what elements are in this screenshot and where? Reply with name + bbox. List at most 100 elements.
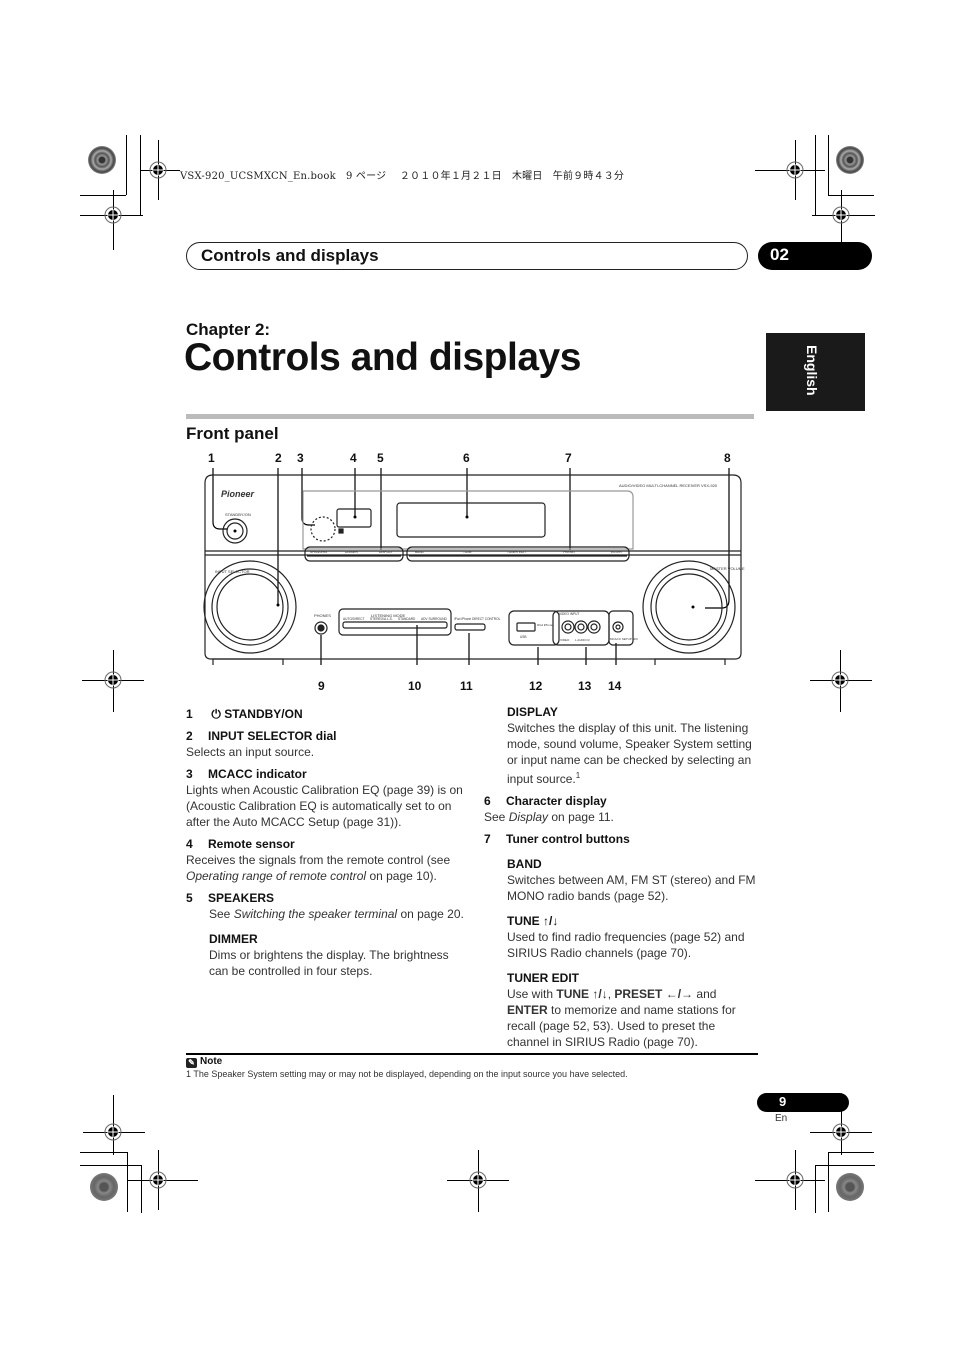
ipod-direct-label: iPod iPhone DIRECT CONTROL	[454, 617, 501, 621]
running-header-title: Controls and displays	[201, 246, 379, 265]
item-body: Receives the signals from the remote con…	[186, 852, 466, 884]
registration-mark-icon	[103, 1122, 123, 1142]
section-rule	[186, 414, 754, 419]
audio-jack-label: L AUDIO R	[575, 638, 591, 642]
button-reference: ENTER	[507, 1003, 548, 1017]
body-text: Receives the signals from the remote con…	[186, 853, 451, 867]
note-title: Note	[200, 1056, 223, 1067]
slug-date: ２０１０年１月２１日	[399, 171, 502, 182]
subitem-title: TUNE ↑/↓	[507, 914, 559, 928]
slug-weekday: 木曜日	[511, 171, 543, 182]
item-title: Character display	[506, 794, 607, 808]
item-title: INPUT SELECTOR dial	[208, 729, 337, 743]
tune-button-label: TUNE	[463, 550, 472, 554]
callout-13: 13	[578, 679, 592, 693]
subitem-body: Switches between AM, FM ST (stereo) and …	[507, 873, 756, 903]
footnote-ref[interactable]: 1	[576, 771, 580, 780]
color-target-icon	[836, 1173, 864, 1201]
standby-label: STANDBY/ON	[225, 512, 251, 517]
left-column: 1 ⏻ STANDBY/ON 2 INPUT SELECTOR dial Sele…	[186, 700, 466, 979]
front-panel-diagram: Pioneer STANDBY/ON INPUT SELECTOR MASTER…	[203, 468, 745, 665]
item-title: SPEAKERS	[208, 891, 275, 905]
model-line: AUDIO/VIDEO MULTI-CHANNEL RECEIVER VSX-9…	[619, 483, 718, 488]
power-icon: ⏻	[211, 707, 221, 721]
tuner-edit-button-label: TUNER EDIT	[507, 550, 526, 554]
lm-button-stereo: STEREO/A.L.S.	[370, 617, 393, 621]
body-text: Switches the display of this unit. The l…	[507, 721, 752, 786]
subitem-body: Switches the display of this unit. The l…	[484, 720, 760, 787]
leader-lines	[212, 468, 730, 665]
subitem-title: TUNER EDIT	[507, 971, 579, 985]
master-volume-label: MASTER VOLUME	[710, 566, 745, 571]
body-text: on page 20.	[397, 907, 464, 921]
callout-9: 9	[318, 679, 325, 693]
dimmer-button-label: DIMMER	[345, 550, 359, 554]
color-target-icon	[836, 146, 864, 174]
callout-10: 10	[408, 679, 422, 693]
page-number-badge: 9	[757, 1093, 849, 1112]
callout-1: 1	[208, 451, 215, 465]
language-tab: English	[766, 333, 865, 411]
slug-time: 午前９時４３分	[552, 171, 625, 182]
note-pencil-icon: ✎	[186, 1058, 197, 1068]
subitem-body: Use with TUNE ↑/↓, PRESET ←/→ and ENTER …	[484, 986, 760, 1050]
item-title: Tuner control buttons	[506, 832, 630, 846]
item-title: MCACC indicator	[208, 767, 307, 781]
item-number: 6	[484, 794, 491, 808]
speakers-button-label: SPEAKERS	[310, 550, 327, 554]
page-number: 9	[779, 1094, 787, 1109]
cross-reference: Switching the speaker terminal	[233, 907, 398, 921]
item-title: Remote sensor	[208, 837, 295, 851]
callout-7: 7	[565, 451, 572, 465]
item-standby: 1 ⏻ STANDBY/ON	[186, 706, 466, 722]
item-mcacc: 3 MCACC indicator	[186, 766, 466, 782]
book-file-name: VSX-920_UCSMXCN_En.book	[180, 171, 336, 182]
video-jack-label: VIDEO	[560, 638, 570, 642]
callout-2: 2	[275, 451, 282, 465]
subitem-title: BAND	[507, 857, 542, 871]
section-title: Front panel	[186, 424, 279, 443]
item-speakers: 5 SPEAKERS	[186, 890, 466, 906]
button-reference: PRESET ←/→	[614, 987, 694, 1001]
body-text: on page 11.	[548, 810, 614, 824]
preset-button-label: PRESET	[563, 550, 576, 554]
button-reference: TUNE ↑/↓	[556, 987, 608, 1001]
item-number: 7	[484, 832, 491, 846]
item-body: See Switching the speaker terminal on pa…	[186, 906, 466, 922]
item-number: 2	[186, 729, 193, 743]
display-button-label: DISPLAY	[379, 550, 393, 554]
item-body: See Display on page 11.	[484, 809, 760, 825]
page-language: En	[775, 1113, 788, 1124]
print-slug: VSX-920_UCSMXCN_En.book 9 ページ ２０１０年１月２１日…	[180, 167, 624, 182]
callout-3: 3	[297, 451, 304, 465]
color-target-icon	[88, 146, 116, 174]
registration-mark-icon	[785, 1170, 805, 1190]
registration-mark-icon	[148, 1170, 168, 1190]
registration-mark-icon	[831, 1122, 851, 1142]
registration-mark-icon	[831, 205, 851, 225]
phones-label: PHONES	[314, 613, 331, 618]
subitem-body: Used to find radio frequencies (page 52)…	[507, 930, 745, 960]
video-input-label: VIDEO INPUT	[559, 612, 579, 616]
item-character-display: 6 Character display	[484, 793, 760, 809]
registration-mark-icon	[830, 670, 850, 690]
registration-mark-icon	[148, 160, 168, 180]
usb-label: USB	[520, 635, 527, 639]
input-selector-label: INPUT SELECTOR	[215, 569, 250, 574]
band-button-label: BAND	[415, 550, 425, 554]
registration-mark-icon	[103, 670, 123, 690]
callout-14: 14	[608, 679, 622, 693]
subitem-title: DISPLAY	[507, 705, 558, 719]
item-number: 3	[186, 767, 193, 781]
right-column: DISPLAY Switches the display of this uni…	[484, 700, 760, 1050]
item-input-selector: 2 INPUT SELECTOR dial	[186, 728, 466, 744]
ipod-port-label: iPod iPhone	[537, 623, 554, 627]
language-tab-label: English	[804, 345, 820, 396]
running-header: Controls and displays	[186, 242, 748, 270]
item-number: 4	[186, 837, 193, 851]
lm-button-adv-surround: ADV SURROUND	[421, 617, 448, 621]
item-number: 5	[186, 891, 193, 905]
callout-8: 8	[724, 451, 731, 465]
item-tuner-controls: 7 Tuner control buttons	[484, 831, 760, 847]
lm-button-standard: STANDARD	[398, 617, 416, 621]
